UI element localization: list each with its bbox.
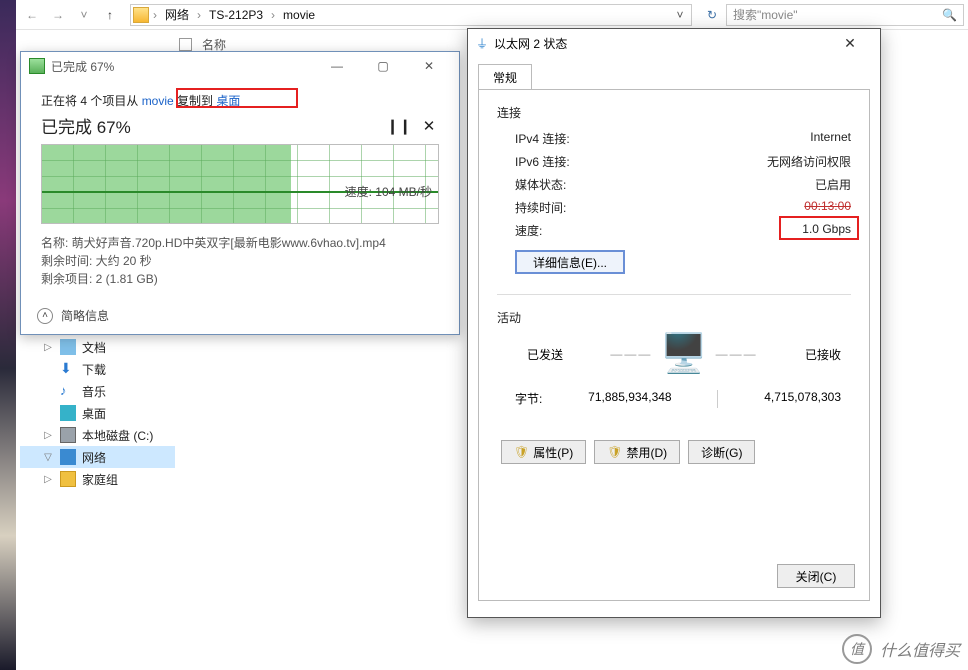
chevron-up-icon: ˄ xyxy=(37,308,53,324)
diagnose-button[interactable]: 诊断(G) xyxy=(688,440,755,464)
homegroup-icon xyxy=(60,471,76,487)
music-icon: ♪ xyxy=(60,383,76,399)
chevron-right-icon: › xyxy=(197,8,201,22)
properties-button[interactable]: 🛡属性(P) xyxy=(501,440,586,464)
tree-item-network[interactable]: ▽网络 xyxy=(20,446,175,468)
remaining-items: 剩余项目: 2 (1.81 GB) xyxy=(41,270,439,288)
select-all-checkbox[interactable] xyxy=(179,38,192,51)
divider xyxy=(717,390,718,408)
chevron-right-icon: › xyxy=(271,8,275,22)
tree-item-documents[interactable]: ▷文档 xyxy=(20,336,175,358)
ethernet-status-dialog: ⏚ 以太网 2 状态 ✕ 常规 连接 IPv4 连接:Internet IPv6… xyxy=(467,28,881,618)
recv-bytes: 4,715,078,303 xyxy=(764,390,841,408)
source-link[interactable]: movie xyxy=(142,94,174,108)
tab-general[interactable]: 常规 xyxy=(478,64,532,90)
file-name-line: 名称: 萌犬好声音.720p.HD中英双字[最新电影www.6vhao.tv].… xyxy=(41,234,439,252)
shield-icon: 🛡 xyxy=(607,445,622,459)
row-media: 媒体状态:已启用 xyxy=(497,173,851,196)
row-ipv4: IPv4 连接:Internet xyxy=(497,127,851,150)
tree-item-downloads[interactable]: ⬇下载 xyxy=(20,358,175,380)
tree-item-music[interactable]: ♪音乐 xyxy=(20,380,175,402)
pause-button[interactable]: ❙❙ xyxy=(386,117,406,135)
download-icon: ⬇ xyxy=(60,361,76,377)
breadcrumb[interactable]: TS-212P3 xyxy=(205,8,267,22)
search-placeholder: 搜索"movie" xyxy=(733,6,798,23)
close-dialog-button[interactable]: 关闭(C) xyxy=(777,564,855,588)
desktop-left-strip xyxy=(0,0,16,670)
tree-item-local-disk[interactable]: ▷本地磁盘 (C:) xyxy=(20,424,175,446)
section-connection: 连接 xyxy=(497,104,851,121)
watermark-text: 什么值得买 xyxy=(880,637,960,661)
watermark-logo: 值 xyxy=(842,634,872,664)
network-icon xyxy=(60,449,76,465)
folder-icon xyxy=(133,7,149,23)
tree-item-desktop[interactable]: 桌面 xyxy=(20,402,175,424)
recv-label: 已接收 xyxy=(805,346,841,363)
dialog-titlebar[interactable]: 已完成 67% — ▢ ✕ xyxy=(21,52,459,80)
chevron-right-icon: › xyxy=(153,8,157,22)
activity-row: 已发送 ———🖥️——— 已接收 xyxy=(497,332,851,376)
navigation-tree: ▷文档 ⬇下载 ♪音乐 桌面 ▷本地磁盘 (C:) ▽网络 ▷家庭组 xyxy=(20,336,175,490)
explorer-toolbar: ← → ˅ ↑ › 网络 › TS-212P3 › movie ˅ ↻ 搜索"m… xyxy=(16,0,968,30)
minimize-button[interactable]: — xyxy=(315,55,359,77)
cancel-button[interactable]: ✕ xyxy=(419,117,439,135)
disable-button[interactable]: 🛡禁用(D) xyxy=(594,440,680,464)
shield-icon: 🛡 xyxy=(514,445,529,459)
watermark: 值 什么值得买 xyxy=(842,634,960,664)
progress-heading: 已完成 67% xyxy=(41,113,131,138)
details-button[interactable]: 详细信息(E)... xyxy=(515,250,625,274)
remaining-time: 剩余时间: 大约 20 秒 xyxy=(41,252,439,270)
annotation-highlight xyxy=(176,88,298,108)
nav-back-button[interactable]: ← xyxy=(20,3,44,27)
bytes-row: 字节: 71,885,934,348 4,715,078,303 xyxy=(497,376,851,408)
bytes-label: 字节: xyxy=(515,390,542,408)
copy-progress-dialog: 已完成 67% — ▢ ✕ 正在将 4 个项目从 movie 复制到 桌面 已完… xyxy=(20,51,460,335)
dialog-title: 已完成 67% xyxy=(51,58,114,75)
desktop-icon xyxy=(60,405,76,421)
dialog-titlebar[interactable]: ⏚ 以太网 2 状态 ✕ xyxy=(468,29,880,57)
copy-icon xyxy=(29,58,45,74)
sent-bytes: 71,885,934,348 xyxy=(588,390,671,408)
address-bar[interactable]: › 网络 › TS-212P3 › movie ˅ xyxy=(130,4,692,26)
divider xyxy=(497,294,851,295)
close-button[interactable]: ✕ xyxy=(407,55,451,77)
nav-recent-dropdown[interactable]: ˅ xyxy=(72,3,96,27)
dialog-title: 以太网 2 状态 xyxy=(494,35,567,52)
nav-up-button[interactable]: ↑ xyxy=(98,3,122,27)
disk-icon xyxy=(60,427,76,443)
computers-icon: 🖥️ xyxy=(660,332,707,376)
tab-strip: 常规 xyxy=(478,63,870,89)
search-input[interactable]: 搜索"movie" 🔍 xyxy=(726,4,964,26)
breadcrumb[interactable]: movie xyxy=(279,8,319,22)
speed-label: 速度: 104 MB/秒 xyxy=(345,183,432,200)
nav-forward-button[interactable]: → xyxy=(46,3,70,27)
row-ipv6: IPv6 连接:无网络访问权限 xyxy=(497,150,851,173)
sent-label: 已发送 xyxy=(527,346,563,363)
breadcrumb[interactable]: 网络 xyxy=(161,6,193,23)
ethernet-icon: ⏚ xyxy=(476,35,488,52)
section-activity: 活动 xyxy=(497,309,851,326)
document-icon xyxy=(60,339,76,355)
refresh-button[interactable]: ↻ xyxy=(700,8,724,22)
address-dropdown[interactable]: ˅ xyxy=(671,8,689,22)
maximize-button[interactable]: ▢ xyxy=(361,55,405,77)
details-toggle[interactable]: ˄ 简略信息 xyxy=(37,307,109,324)
search-icon: 🔍 xyxy=(942,8,957,22)
general-panel: 连接 IPv4 连接:Internet IPv6 连接:无网络访问权限 媒体状态… xyxy=(478,89,870,601)
close-button[interactable]: ✕ xyxy=(828,35,872,52)
tree-item-homegroup[interactable]: ▷家庭组 xyxy=(20,468,175,490)
transfer-graph: 速度: 104 MB/秒 xyxy=(41,144,439,224)
annotation-highlight xyxy=(779,216,859,240)
